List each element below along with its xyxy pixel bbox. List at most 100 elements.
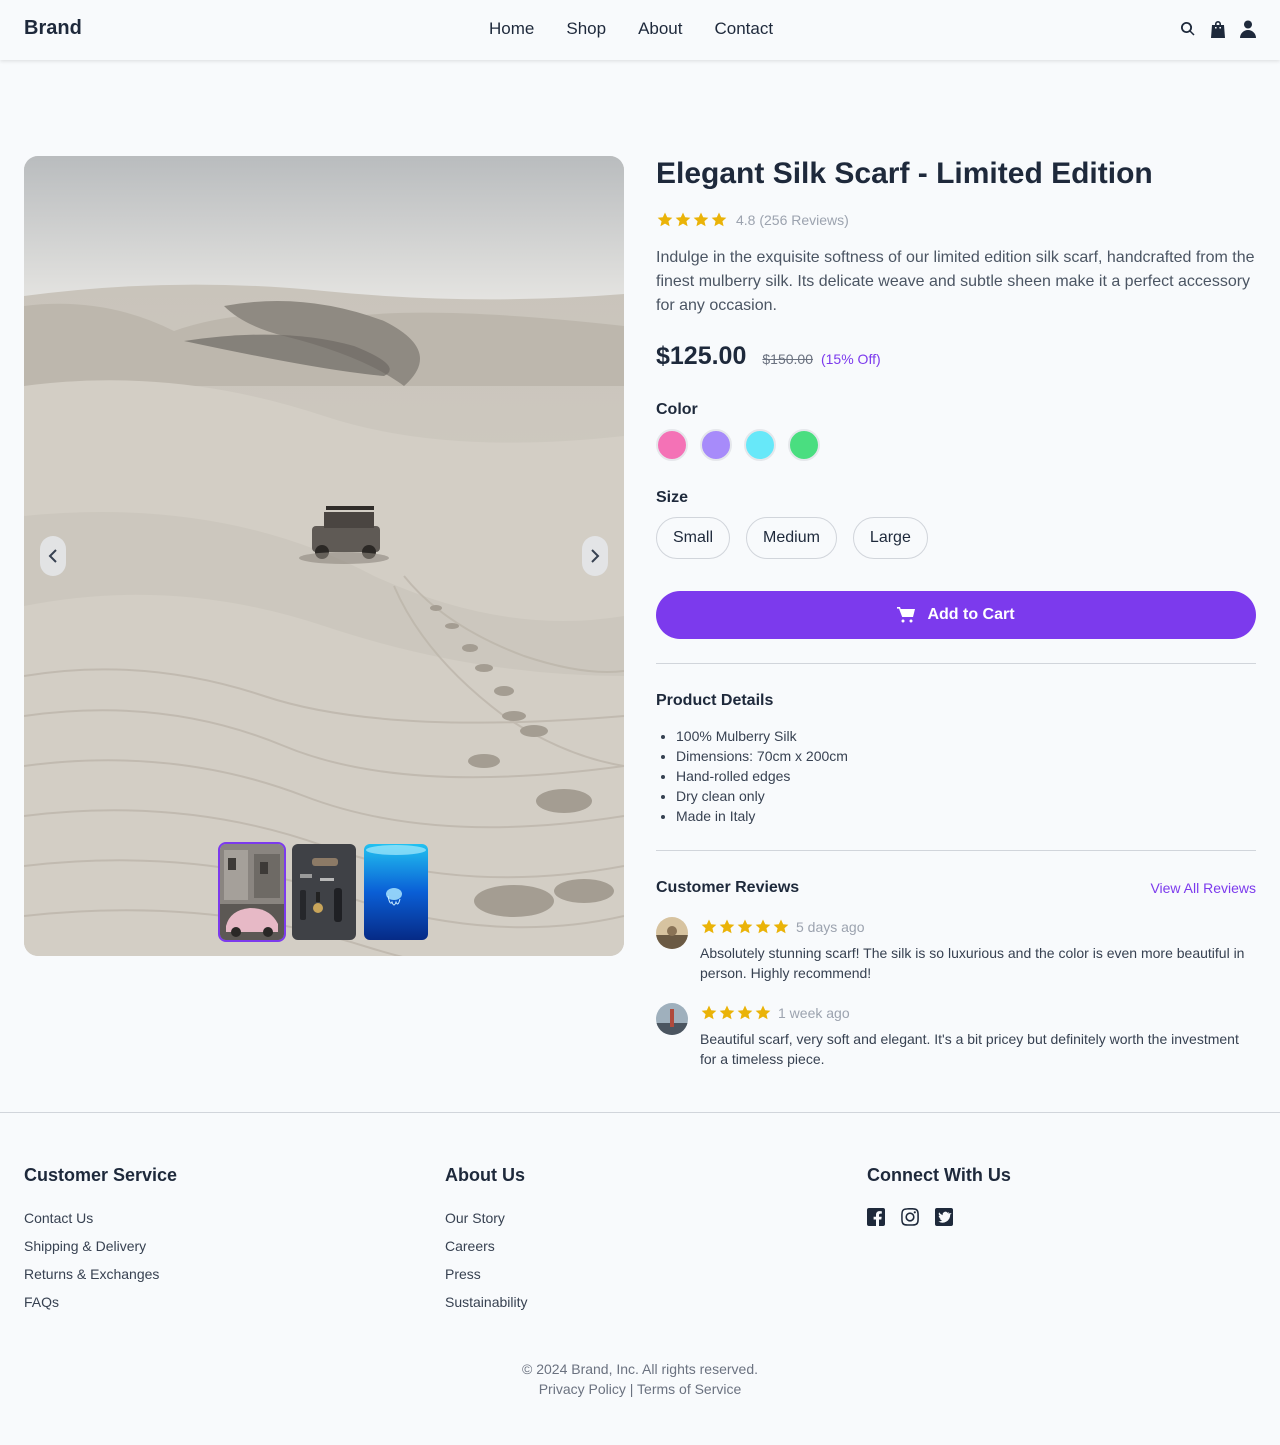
current-price: $125.00 (656, 342, 747, 370)
details-list: 100% Mulberry Silk Dimensions: 70cm x 20… (656, 726, 1256, 826)
footer-separator: | (629, 1381, 634, 1397)
star-icon (675, 212, 691, 227)
footer-heading: About Us (445, 1165, 525, 1185)
footer-heading: Customer Service (24, 1165, 178, 1185)
color-swatch-green[interactable] (788, 429, 820, 461)
product-main-image (24, 156, 624, 956)
original-price: $150.00 (762, 351, 813, 367)
star-icon (737, 919, 753, 934)
main-nav: Home Shop About Contact (489, 19, 773, 39)
star-icon (773, 919, 789, 934)
footer-link-shipping[interactable]: Shipping & Delivery (24, 1232, 177, 1260)
star-icon (701, 1005, 717, 1020)
thumbnail-2[interactable] (292, 844, 356, 940)
next-image-button[interactable] (582, 536, 608, 576)
star-icon (755, 919, 771, 934)
footer-link-contact-us[interactable]: Contact Us (24, 1204, 177, 1232)
site-footer: Customer Service Contact Us Shipping & D… (0, 1112, 1280, 1445)
color-swatches (656, 429, 1256, 461)
product-info: Elegant Silk Scarf - Limited Edition 4.8… (656, 156, 1256, 1069)
brand-logo[interactable]: Brand (24, 17, 82, 40)
header-actions (1180, 20, 1256, 38)
review-date: 5 days ago (796, 919, 865, 935)
rating-text[interactable]: 4.8 (256 Reviews) (736, 212, 849, 228)
thumbnail-strip (218, 842, 428, 942)
footer-heading: Connect With Us (867, 1165, 1011, 1185)
detail-item: Made in Italy (676, 806, 1256, 826)
user-icon[interactable] (1240, 20, 1256, 38)
color-label: Color (656, 401, 698, 418)
add-to-cart-button[interactable]: Add to Cart (656, 591, 1256, 639)
details-title: Product Details (656, 692, 774, 709)
instagram-icon[interactable] (901, 1208, 919, 1226)
nav-about[interactable]: About (638, 19, 682, 39)
add-to-cart-label: Add to Cart (927, 606, 1015, 623)
copyright-text: © 2024 Brand, Inc. All rights reserved. (522, 1361, 758, 1377)
footer-about: About Us Our Story Careers Press Sustain… (445, 1165, 528, 1316)
avatar (656, 917, 688, 949)
copyright-block: © 2024 Brand, Inc. All rights reserved. … (0, 1359, 1280, 1399)
product-rating: 4.8 (256 Reviews) (656, 210, 1256, 230)
reviews-header: Customer Reviews View All Reviews (656, 879, 1256, 897)
footer-link-careers[interactable]: Careers (445, 1232, 528, 1260)
detail-item: Dimensions: 70cm x 200cm (676, 746, 1256, 766)
footer-link-press[interactable]: Press (445, 1260, 528, 1288)
star-icon (755, 1005, 771, 1020)
size-small-button[interactable]: Small (656, 517, 731, 559)
size-label: Size (656, 489, 689, 506)
search-icon[interactable] (1180, 20, 1196, 38)
review-stars (700, 918, 790, 936)
previous-image-button[interactable] (40, 536, 66, 576)
thumbnail-3[interactable] (364, 844, 428, 940)
chevron-right-icon (591, 549, 600, 563)
terms-of-service-link[interactable]: Terms of Service (637, 1381, 741, 1397)
thumbnail-1[interactable] (218, 842, 286, 942)
discount-badge: (15% Off) (820, 351, 881, 367)
star-icon (693, 212, 709, 227)
site-header: Brand Home Shop About Contact (0, 0, 1280, 60)
footer-link-our-story[interactable]: Our Story (445, 1204, 528, 1232)
color-swatch-cyan[interactable] (744, 429, 776, 461)
social-links (867, 1208, 1011, 1226)
avatar (656, 1003, 688, 1035)
cart-icon (897, 607, 916, 623)
review-text: Absolutely stunning scarf! The silk is s… (700, 945, 1245, 981)
size-medium-button[interactable]: Medium (746, 517, 837, 559)
review-meta: 1 week ago (700, 1003, 1256, 1023)
privacy-policy-link[interactable]: Privacy Policy (539, 1381, 626, 1397)
star-icon (657, 212, 673, 227)
twitter-icon[interactable] (935, 1208, 953, 1226)
color-swatch-pink[interactable] (656, 429, 688, 461)
review-item: 5 days ago Absolutely stunning scarf! Th… (656, 917, 1256, 983)
product-title: Elegant Silk Scarf - Limited Edition (656, 157, 1153, 190)
detail-item: Hand-rolled edges (676, 766, 1256, 786)
size-options: Small Medium Large (656, 517, 1256, 559)
product-description: Indulge in the exquisite softness of our… (656, 249, 1255, 314)
facebook-icon[interactable] (867, 1208, 885, 1226)
footer-customer-service: Customer Service Contact Us Shipping & D… (24, 1165, 177, 1316)
reviews-title: Customer Reviews (656, 879, 800, 896)
color-swatch-purple[interactable] (700, 429, 732, 461)
nav-contact[interactable]: Contact (715, 19, 774, 39)
view-all-reviews-link[interactable]: View All Reviews (1150, 880, 1256, 896)
chevron-left-icon (48, 549, 57, 563)
detail-item: Dry clean only (676, 786, 1256, 806)
star-icon (737, 1005, 753, 1020)
review-meta: 5 days ago (700, 917, 1256, 937)
footer-connect: Connect With Us (867, 1165, 1011, 1226)
review-item: 1 week ago Beautiful scarf, very soft an… (656, 1003, 1256, 1069)
size-large-button[interactable]: Large (852, 517, 928, 559)
footer-link-faqs[interactable]: FAQs (24, 1288, 177, 1316)
star-icon (701, 919, 717, 934)
footer-link-returns[interactable]: Returns & Exchanges (24, 1260, 177, 1288)
review-text: Beautiful scarf, very soft and elegant. … (700, 1031, 1239, 1067)
star-icon (719, 1005, 735, 1020)
divider (656, 663, 1256, 664)
nav-shop[interactable]: Shop (566, 19, 606, 39)
rating-stars (656, 211, 728, 229)
footer-link-sustainability[interactable]: Sustainability (445, 1288, 528, 1316)
nav-home[interactable]: Home (489, 19, 534, 39)
price-row: $125.00 $150.00 (15% Off) (656, 342, 1256, 371)
shopping-bag-icon[interactable] (1210, 20, 1226, 38)
review-date: 1 week ago (778, 1005, 850, 1021)
